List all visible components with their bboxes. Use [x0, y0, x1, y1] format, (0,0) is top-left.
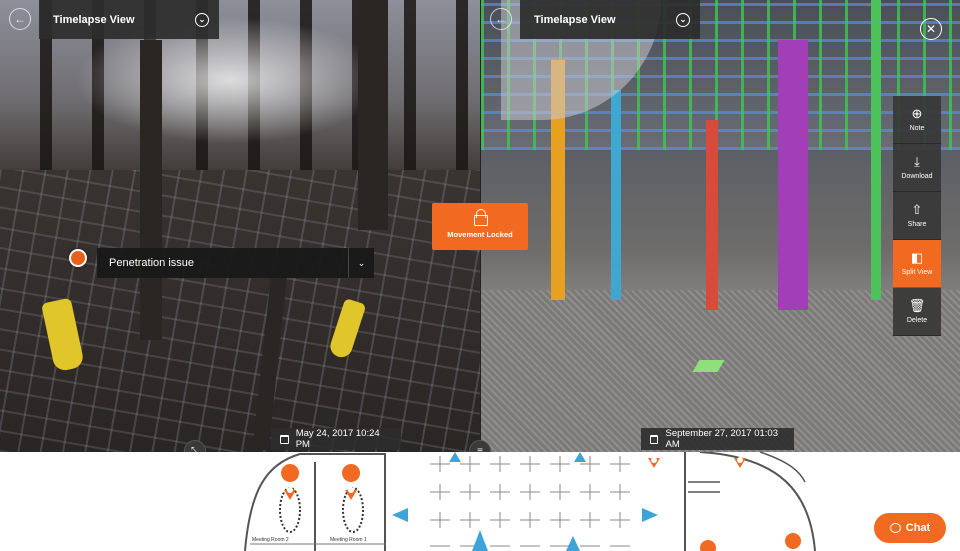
- share-label: Share: [907, 221, 927, 228]
- delete-label: Delete: [906, 317, 928, 324]
- chat-button[interactable]: Chat: [874, 513, 946, 543]
- purple-column: [778, 40, 808, 310]
- close-button[interactable]: ✕: [920, 18, 942, 40]
- note-label: Note: [909, 125, 925, 132]
- delete-button[interactable]: 🗑 Delete: [893, 288, 941, 336]
- lock-icon: [474, 209, 488, 226]
- left-timelapse-header[interactable]: Timelapse View ⌄: [39, 0, 219, 39]
- floor-plan-drawing: Meeting Room 2 Meeting Room 1: [244, 452, 816, 551]
- share-icon: ⇧: [911, 202, 923, 217]
- chevron-down-icon[interactable]: ⌄: [348, 248, 374, 278]
- share-button[interactable]: ⇧ Share: [893, 192, 941, 240]
- timelapse-split-viewer: ← Timelapse View ⌄ ← Timelapse View ⌄ ✕ …: [0, 0, 960, 551]
- right-panorama[interactable]: [481, 0, 960, 452]
- red-pipe: [706, 120, 718, 310]
- download-label: Download: [901, 173, 933, 180]
- chevron-down-icon[interactable]: ⌄: [195, 12, 209, 27]
- right-timelapse-header[interactable]: Timelapse View ⌄: [520, 0, 700, 39]
- room-label: Meeting Room 1: [330, 537, 367, 543]
- split-view-button[interactable]: ◧ Split View: [893, 240, 941, 288]
- chat-label: Chat: [905, 522, 931, 534]
- chat-bubble-icon: [889, 523, 901, 533]
- close-icon: ✕: [925, 22, 937, 36]
- download-icon: ⤓: [914, 154, 920, 169]
- calendar-icon: [650, 434, 659, 444]
- issue-panel[interactable]: Penetration issue ⌄: [97, 248, 374, 278]
- left-panorama[interactable]: [0, 0, 480, 452]
- left-date-label[interactable]: May 24, 2017 10:24 PM: [271, 428, 401, 450]
- column: [358, 0, 388, 230]
- right-back-button[interactable]: ←: [490, 8, 512, 30]
- right-header-title: Timelapse View: [534, 13, 616, 26]
- download-button[interactable]: ⤓ Download: [893, 144, 941, 192]
- note-add-icon: ⊕: [911, 106, 923, 121]
- side-toolbar: ⊕ Note ⤓ Download ⇧ Share ◧ Split View 🗑…: [893, 96, 941, 336]
- trash-icon: 🗑: [908, 298, 926, 313]
- column: [140, 40, 162, 340]
- right-date-text: September 27, 2017 01:03 AM: [665, 428, 778, 450]
- green-pipe: [871, 0, 881, 300]
- movement-locked-label: Movement Locked: [447, 230, 513, 239]
- right-date-label[interactable]: September 27, 2017 01:03 AM: [641, 428, 794, 450]
- left-header-title: Timelapse View: [53, 13, 135, 26]
- issue-label: Penetration issue: [109, 257, 194, 269]
- left-date-text: May 24, 2017 10:24 PM: [295, 428, 380, 450]
- split-view-icon: ◧: [910, 250, 924, 265]
- blue-pipe: [611, 90, 621, 300]
- arrow-left-icon: ←: [14, 12, 26, 26]
- split-view-label: Split View: [901, 269, 933, 276]
- note-button[interactable]: ⊕ Note: [893, 96, 941, 144]
- arrow-left-icon: ←: [495, 12, 507, 26]
- left-back-button[interactable]: ←: [9, 8, 31, 30]
- issue-marker[interactable]: [69, 249, 87, 267]
- floor-plan-map[interactable]: Meeting Room 2 Meeting Room 1: [0, 452, 960, 551]
- chevron-down-icon[interactable]: ⌄: [676, 12, 690, 27]
- calendar-icon: [280, 434, 289, 444]
- movement-locked-button[interactable]: Movement Locked: [432, 203, 528, 250]
- room-label: Meeting Room 2: [252, 537, 289, 543]
